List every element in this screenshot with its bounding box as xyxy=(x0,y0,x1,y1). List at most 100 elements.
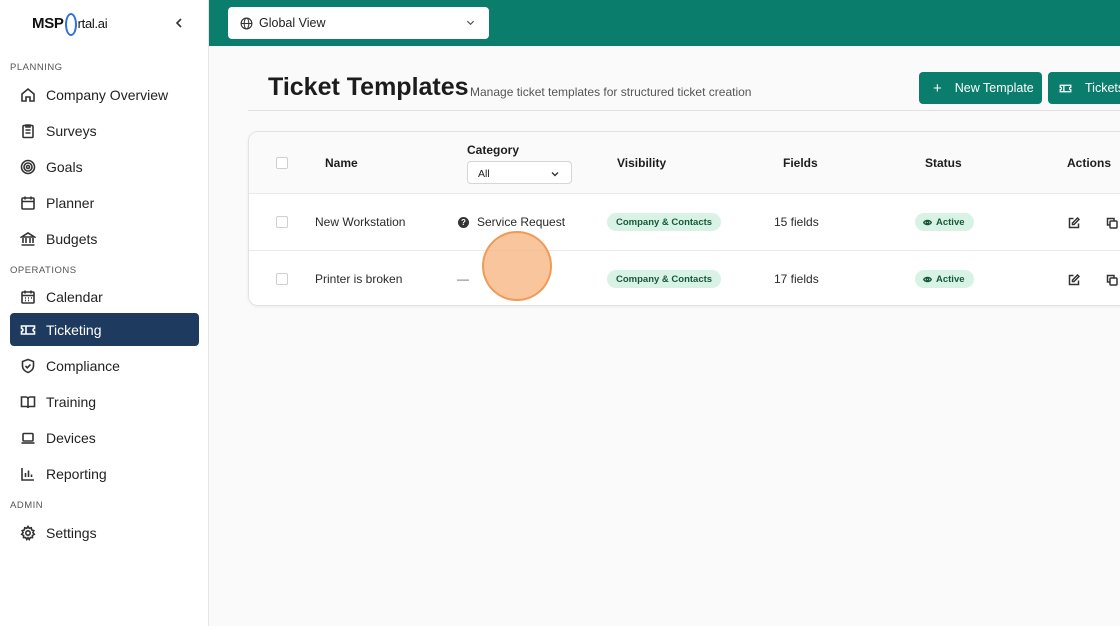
sidebar-item-label: Ticketing xyxy=(46,321,102,338)
book-icon xyxy=(20,394,36,410)
logo-prefix: MSP xyxy=(32,14,64,32)
template-category: Service Request xyxy=(477,215,566,229)
sidebar-item-surveys[interactable]: Surveys xyxy=(10,114,199,147)
chevron-left-icon xyxy=(175,18,182,28)
status-badge-label: Active xyxy=(936,273,965,285)
gear-icon xyxy=(20,524,36,541)
new-template-button[interactable]: + New Template xyxy=(919,72,1042,104)
sidebar-item-calendar[interactable]: Calendar xyxy=(10,280,199,313)
page-header: Ticket Templates Manage ticket templates… xyxy=(248,70,1120,111)
calendar-grid-icon xyxy=(20,289,36,305)
question-icon: ? xyxy=(458,217,469,228)
logo-o-mark xyxy=(64,12,77,36)
edit-button[interactable] xyxy=(1068,273,1081,286)
logo-suffix: rtal.ai xyxy=(77,15,108,31)
visibility-badge-label: Company & Contacts xyxy=(616,216,713,228)
tickets-label: Tickets xyxy=(1085,81,1120,95)
sidebar-item-compliance[interactable]: Compliance xyxy=(10,349,199,382)
sidebar-item-company-overview[interactable]: Company Overview xyxy=(10,78,199,111)
duplicate-button[interactable] xyxy=(1106,216,1118,229)
visibility-badge: Company & Contacts xyxy=(607,270,722,288)
category-filter-select[interactable]: All xyxy=(467,161,572,184)
calendar-icon xyxy=(20,195,36,211)
template-name[interactable]: New Workstation xyxy=(315,215,405,229)
row-checkbox[interactable] xyxy=(276,216,288,228)
copy-icon xyxy=(1106,217,1118,229)
sidebar-item-training[interactable]: Training xyxy=(10,385,199,418)
laptop-icon xyxy=(20,430,36,446)
tickets-button[interactable]: Tickets xyxy=(1048,72,1120,104)
sidebar-item-label: Surveys xyxy=(46,122,97,139)
status-badge: Active xyxy=(915,270,974,288)
template-category: — xyxy=(457,272,469,286)
template-name[interactable]: Printer is broken xyxy=(315,272,402,286)
column-header-name[interactable]: Name xyxy=(325,156,358,170)
column-header-fields[interactable]: Fields xyxy=(783,156,818,170)
duplicate-button[interactable] xyxy=(1106,273,1118,286)
row-checkbox[interactable] xyxy=(276,273,288,285)
clipboard-icon xyxy=(20,123,36,139)
ticket-icon xyxy=(1059,84,1072,92)
collapse-sidebar-button[interactable] xyxy=(170,14,188,32)
ticket-icon xyxy=(20,322,36,338)
chevron-down-icon xyxy=(466,20,475,26)
fields-count: 15 fields xyxy=(774,215,819,229)
view-select-value: Global View xyxy=(259,16,326,30)
bank-icon xyxy=(20,231,36,247)
target-icon xyxy=(20,159,36,175)
page-subtitle: Manage ticket templates for structured t… xyxy=(470,85,752,99)
category-filter-value: All xyxy=(478,168,490,180)
sidebar-item-devices[interactable]: Devices xyxy=(10,421,199,454)
click-indicator xyxy=(482,231,552,301)
table-row[interactable]: New Workstation ? Service Request Compan… xyxy=(249,194,1120,250)
sidebar-item-label: Training xyxy=(46,393,97,410)
sidebar-item-ticketing[interactable]: Ticketing xyxy=(10,313,199,346)
sidebar-item-label: Company Overview xyxy=(46,86,169,103)
sidebar: MSP rtal.ai PLANNING Company Overview Sur… xyxy=(0,0,209,626)
sidebar-item-label: Reporting xyxy=(46,465,107,482)
page-title: Ticket Templates xyxy=(268,73,469,101)
visibility-badge: Company & Contacts xyxy=(607,213,722,231)
view-select[interactable]: Global View xyxy=(228,7,489,39)
sidebar-item-label: Devices xyxy=(46,429,96,446)
sidebar-item-reporting[interactable]: Reporting xyxy=(10,457,199,490)
eye-icon xyxy=(923,219,932,225)
sidebar-item-goals[interactable]: Goals xyxy=(10,150,199,183)
home-icon xyxy=(20,87,36,103)
table-row[interactable]: Printer is broken — Company & Contacts 1… xyxy=(249,250,1120,305)
edit-button[interactable] xyxy=(1068,216,1081,229)
logo[interactable]: MSP rtal.ai xyxy=(32,12,108,36)
sidebar-item-budgets[interactable]: Budgets xyxy=(10,222,199,255)
column-header-actions: Actions xyxy=(1067,156,1112,170)
select-all-checkbox[interactable] xyxy=(276,157,288,169)
column-header-visibility[interactable]: Visibility xyxy=(617,156,666,170)
section-label-operations: OPERATIONS xyxy=(10,265,77,276)
sidebar-item-settings[interactable]: Settings xyxy=(10,516,199,549)
top-bar: Global View xyxy=(209,0,1120,46)
sidebar-item-label: Planner xyxy=(46,194,95,211)
plus-icon: + xyxy=(933,79,942,97)
new-template-label: New Template xyxy=(954,81,1034,95)
sidebar-item-label: Budgets xyxy=(46,230,98,247)
edit-icon xyxy=(1068,273,1081,286)
section-label-admin: ADMIN xyxy=(10,500,44,511)
table-header: Name Category All Visibility Fields Stat… xyxy=(249,132,1120,194)
section-label-planning: PLANNING xyxy=(10,62,63,73)
eye-icon xyxy=(923,276,932,282)
sidebar-item-label: Calendar xyxy=(46,288,103,305)
edit-icon xyxy=(1068,216,1081,229)
globe-icon xyxy=(240,17,253,29)
sidebar-item-planner[interactable]: Planner xyxy=(10,186,199,219)
shield-icon xyxy=(20,358,36,374)
copy-icon xyxy=(1106,274,1118,286)
visibility-badge-label: Company & Contacts xyxy=(616,273,713,285)
status-badge: Active xyxy=(915,213,974,231)
bar-chart-icon xyxy=(20,466,36,482)
fields-count: 17 fields xyxy=(774,272,819,286)
column-header-category: Category xyxy=(467,143,520,157)
chevron-down-icon xyxy=(551,172,559,177)
column-header-status[interactable]: Status xyxy=(925,156,962,170)
sidebar-item-label: Compliance xyxy=(46,357,120,374)
sidebar-item-label: Goals xyxy=(46,158,83,175)
status-badge-label: Active xyxy=(936,216,965,228)
